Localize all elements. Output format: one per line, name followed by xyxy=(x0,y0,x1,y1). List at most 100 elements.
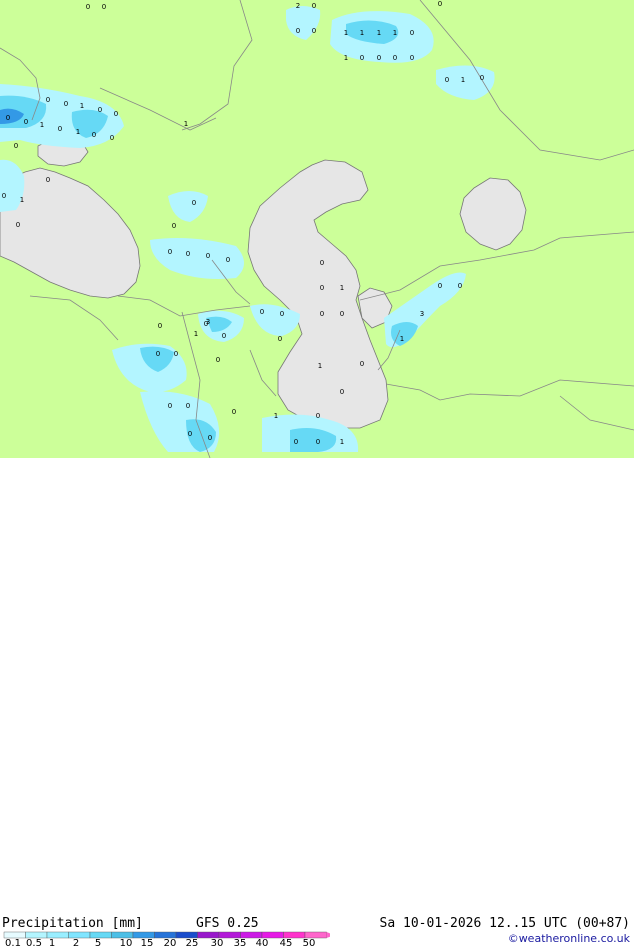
value-label: 0 xyxy=(377,54,381,62)
scale-swatch xyxy=(132,931,155,939)
value-label: 0 xyxy=(172,222,176,230)
value-label: 1 xyxy=(400,335,404,343)
scale-label: 45 xyxy=(279,938,293,949)
value-label: 0 xyxy=(312,27,316,35)
value-label: 0 xyxy=(316,438,320,446)
value-label: 0 xyxy=(16,221,20,229)
value-label: 0 xyxy=(86,3,90,11)
scale-swatch xyxy=(3,931,26,939)
value-label: 2 xyxy=(296,2,300,10)
value-label: 0 xyxy=(102,3,106,11)
value-label: 0 xyxy=(410,29,414,37)
scale-label: 5 xyxy=(94,938,102,949)
value-label: 0 xyxy=(410,54,414,62)
value-label: 0 xyxy=(445,76,449,84)
value-label: 0 xyxy=(438,282,442,290)
scale-label: 35 xyxy=(233,938,247,949)
value-label: 1 xyxy=(340,284,344,292)
value-label: 0 xyxy=(232,408,236,416)
value-label: 0 xyxy=(280,310,284,318)
value-label: 0 xyxy=(174,350,178,358)
value-label: 0 xyxy=(188,430,192,438)
value-label: 0 xyxy=(393,54,397,62)
value-label: 1 xyxy=(184,120,188,128)
value-label: 0 xyxy=(168,402,172,410)
scale-swatch xyxy=(154,931,177,939)
precipitation-map: 0 0 2 0 0 0 1 1 1 1 0 0 1 0 0 0 0 0 1 0 0 0 1 0 0 0 0 1 0 1 0 0 1 0 0 0 1 0 0 0… xyxy=(0,0,634,458)
value-label: 0 xyxy=(168,248,172,256)
scale-label: 50 xyxy=(302,938,316,949)
footer: Precipitation [mm] GFS 0.25 Sa 10-01-202… xyxy=(0,458,634,949)
value-label: 0 xyxy=(278,335,282,343)
value-label: 0 xyxy=(320,284,324,292)
value-label: 1 xyxy=(461,76,465,84)
value-label: 0 xyxy=(316,412,320,420)
scale-arrow xyxy=(326,932,330,938)
value-label: 0 xyxy=(92,131,96,139)
value-label: 0 xyxy=(46,96,50,104)
value-label: 1 xyxy=(194,330,198,338)
scale-swatch xyxy=(175,931,198,939)
value-label: 0 xyxy=(438,0,442,8)
value-label: 0 xyxy=(46,176,50,184)
value-label: 1 xyxy=(377,29,381,37)
value-label: 1 xyxy=(20,196,24,204)
value-label: 1 xyxy=(344,29,348,37)
value-label: 1 xyxy=(393,29,397,37)
map-title: Precipitation [mm] xyxy=(2,916,143,931)
value-label: 0 xyxy=(208,434,212,442)
value-label: 0 xyxy=(320,259,324,267)
value-label: 0 xyxy=(458,282,462,290)
value-label: 1 xyxy=(80,102,84,110)
value-label: 0 xyxy=(186,250,190,258)
scale-swatch xyxy=(283,931,306,939)
value-label: 0 xyxy=(6,114,10,122)
value-label: 0 xyxy=(110,134,114,142)
value-label: 0 xyxy=(226,256,230,264)
value-label: 1 xyxy=(344,54,348,62)
value-label: 1 xyxy=(318,362,322,370)
value-label: 0 xyxy=(186,402,190,410)
value-label: 0 xyxy=(206,252,210,260)
value-label: 0 xyxy=(114,110,118,118)
value-label: 1 xyxy=(76,128,80,136)
scale-swatch xyxy=(261,931,284,939)
scale-swatch xyxy=(68,931,91,939)
scale-swatch xyxy=(304,931,327,939)
value-label: 0 xyxy=(480,74,484,82)
scale-swatch xyxy=(218,931,241,939)
scale-label: 40 xyxy=(255,938,269,949)
value-label: 0 xyxy=(360,54,364,62)
scale-swatch xyxy=(89,931,112,939)
value-label: 0 xyxy=(24,118,28,126)
scale-label: 30 xyxy=(210,938,224,949)
value-label: 0 xyxy=(260,308,264,316)
valid-datetime: Sa 10-01-2026 12..15 UTC (00+87) xyxy=(379,916,630,931)
value-label: 1 xyxy=(274,412,278,420)
value-label: 3 xyxy=(206,318,210,326)
scale-swatch xyxy=(197,931,220,939)
value-label: 0 xyxy=(192,199,196,207)
scale-swatch xyxy=(111,931,134,939)
scale-label: 0.1 xyxy=(5,938,21,949)
value-label: 0 xyxy=(14,142,18,150)
scale-label: 2 xyxy=(72,938,80,949)
value-label: 0 xyxy=(156,350,160,358)
model-name: GFS 0.25 xyxy=(196,916,259,931)
value-label: 0 xyxy=(64,100,68,108)
value-label: 0 xyxy=(58,125,62,133)
scale-label: 15 xyxy=(140,938,154,949)
value-label: 0 xyxy=(222,332,226,340)
value-label: 3 xyxy=(420,310,424,318)
scale-label: 25 xyxy=(185,938,199,949)
scale-label: 1 xyxy=(48,938,56,949)
value-label: 1 xyxy=(40,121,44,129)
value-label: 1 xyxy=(360,29,364,37)
value-label: 0 xyxy=(312,2,316,10)
site-credit: ©weatheronline.co.uk xyxy=(507,932,630,945)
value-label: 0 xyxy=(340,388,344,396)
value-label: 0 xyxy=(320,310,324,318)
scale-swatch xyxy=(25,931,48,939)
value-label: 1 xyxy=(340,438,344,446)
value-label: 0 xyxy=(296,27,300,35)
